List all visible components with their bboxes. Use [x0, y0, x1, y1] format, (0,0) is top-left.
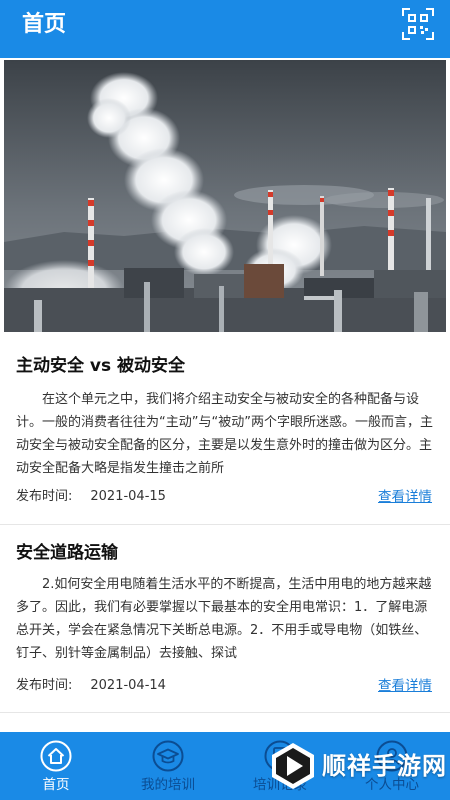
article-summary: 2.如何安全用电随着生活水平的不断提高，生活中用电的地方越来越多了。因此，我们有…	[16, 577, 432, 661]
article-card[interactable]: 主动安全 vs 被动安全 在这个单元之中，我们将介绍主动安全与被动安全的各种配备…	[0, 332, 450, 524]
publish-date: 2021-04-14	[90, 678, 166, 693]
divider	[0, 712, 450, 713]
home-icon	[40, 740, 72, 772]
hero-banner-image[interactable]	[4, 60, 446, 332]
tab-label: 首页	[42, 777, 70, 793]
graduation-cap-icon	[152, 740, 184, 772]
watermark: 顺祥手游网	[266, 738, 450, 794]
view-detail-link[interactable]: 查看详情	[378, 677, 432, 695]
page-title: 首页	[22, 12, 67, 37]
qr-scan-icon[interactable]	[400, 6, 436, 42]
watermark-text: 顺祥手游网	[322, 752, 447, 780]
industrial-chimney-smoke-photo	[4, 60, 446, 332]
publish-meta: 发布时间: 2021-04-15	[16, 488, 166, 506]
publish-label: 发布时间:	[16, 489, 73, 504]
publish-label: 发布时间:	[16, 678, 73, 693]
view-detail-link[interactable]: 查看详情	[378, 488, 432, 506]
article-title[interactable]: 安全道路运输	[16, 541, 118, 565]
publish-date: 2021-04-15	[90, 489, 166, 504]
tab-home[interactable]: 首页	[0, 732, 112, 800]
article-card[interactable]: 安全道路运输 2.如何安全用电随着生活水平的不断提高，生活中用电的地方越来越多了…	[0, 525, 450, 713]
article-title[interactable]: 主动安全 vs 被动安全	[16, 354, 185, 378]
play-logo-icon	[272, 743, 314, 789]
top-app-bar: 首页	[0, 0, 450, 58]
tab-my-training[interactable]: 我的培训	[112, 732, 224, 800]
publish-meta: 发布时间: 2021-04-14	[16, 677, 166, 695]
article-summary: 在这个单元之中，我们将介绍主动安全与被动安全的各种配备与设计。一般的消费者往往为…	[16, 392, 433, 476]
tab-label: 我的培训	[141, 777, 195, 793]
